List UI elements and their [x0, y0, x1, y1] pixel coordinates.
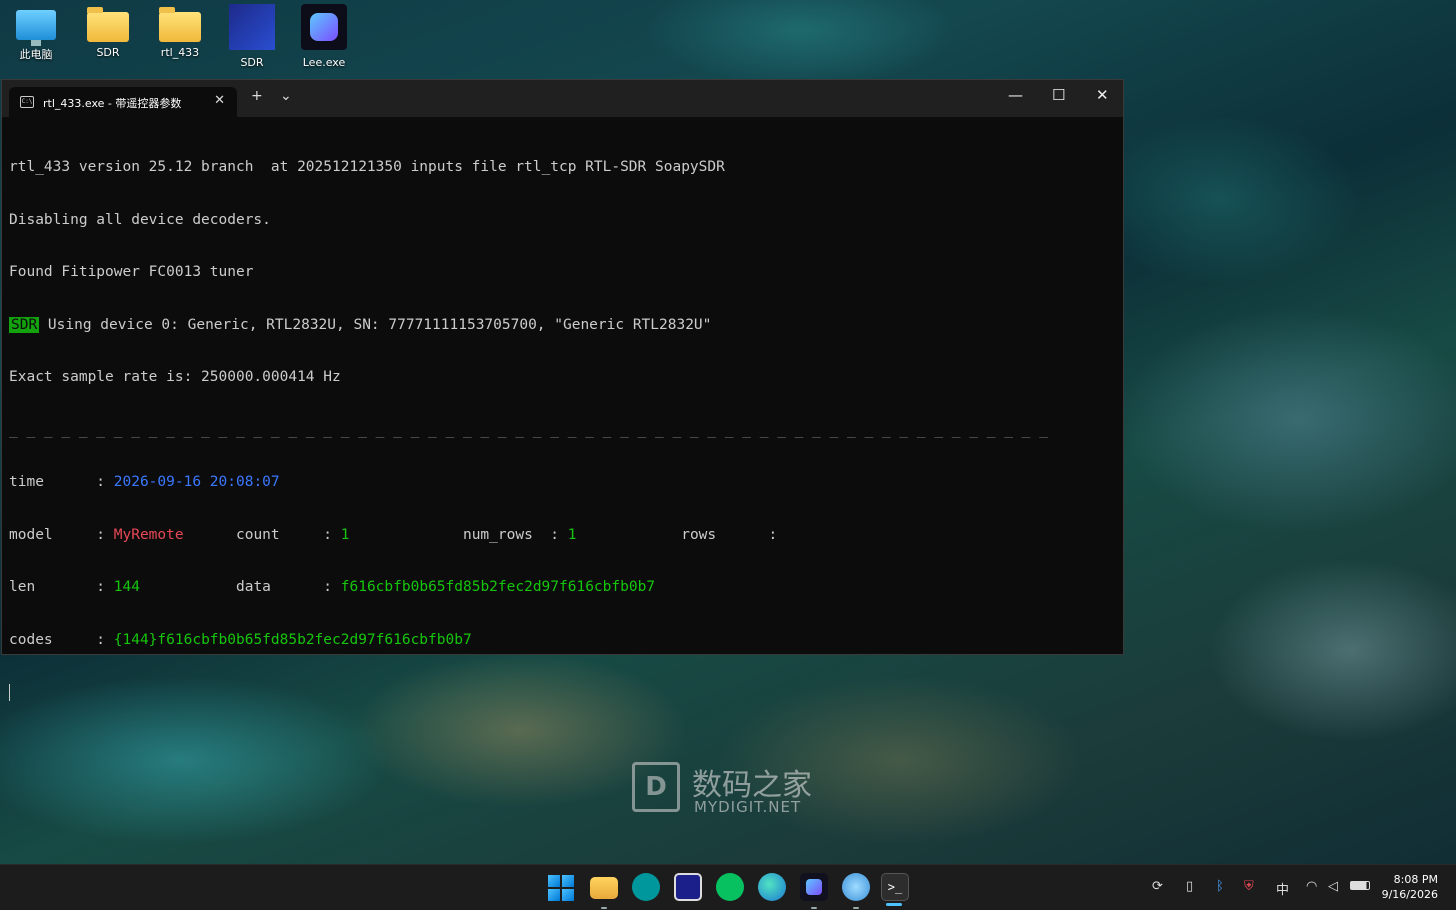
folder-icon	[87, 7, 129, 42]
field-label: rows :	[576, 526, 778, 543]
close-button[interactable]: ✕	[1096, 86, 1109, 104]
taskbar: >_ ⟳ ▯ ᛒ ⛨ 中 ◠ ◁ 8:08 PM 9/16/2026	[0, 864, 1456, 910]
wechat-icon[interactable]	[716, 873, 744, 901]
device-info: Using device 0: Generic, RTL2832U, SN: 7…	[39, 316, 712, 333]
terminal-window: C:\ rtl_433.exe - 带遥控器参数 ✕ + ⌄ — ☐ ✕ rtl…	[1, 79, 1124, 701]
output-line: rtl_433 version 25.12 branch at 20251212…	[9, 159, 725, 175]
tab-close-button[interactable]: ✕	[214, 93, 225, 108]
battery-icon[interactable]	[1350, 881, 1370, 890]
clock-time: 8:08 PM	[1393, 873, 1438, 886]
volume-icon[interactable]: ◁	[1328, 879, 1338, 894]
prompt-line[interactable]	[9, 684, 1123, 702]
title-bar[interactable]: C:\ rtl_433.exe - 带遥控器参数 ✕ + ⌄ — ☐ ✕	[2, 80, 1123, 117]
desktop-icon-sdr-folder[interactable]: SDR	[76, 4, 140, 59]
field-label: time :	[9, 474, 114, 490]
desktop-icon-label: SDR	[240, 56, 264, 69]
desktop-icon-label: rtl_433	[160, 46, 200, 59]
field-label: count :	[183, 526, 341, 543]
separator-line: _ _ _ _ _ _ _ _ _ _ _ _ _ _ _ _ _ _ _ _ …	[9, 421, 1048, 438]
model-value: MyRemote	[113, 526, 184, 543]
field-model: model : MyRemote count : 1 num_rows : 1 …	[9, 527, 1123, 545]
field-time: time : 2026-09-16 20:08:07	[9, 474, 1123, 492]
output-line: SDR Using device 0: Generic, RTL2832U, S…	[9, 316, 1123, 335]
ime-indicator[interactable]: 中	[1276, 879, 1289, 898]
tab-title: rtl_433.exe - 带遥控器参数	[43, 97, 182, 110]
terminal-icon[interactable]: >_	[881, 873, 909, 901]
time-value: 2026-09-16 20:08:07	[113, 474, 280, 490]
desktop-icon-this-pc[interactable]: 此电脑	[4, 4, 68, 62]
codes-value: {144}f616cbfb0b65fd85b2fec2d97f616cbfb0b…	[113, 631, 472, 648]
text-cursor	[9, 684, 10, 701]
oscilloscope-icon[interactable]	[674, 873, 702, 901]
field-label: codes :	[9, 631, 114, 648]
clock[interactable]: 8:08 PM 9/16/2026	[1382, 872, 1438, 902]
sdr-tag: SDR	[9, 316, 40, 333]
len-value: 144	[113, 579, 140, 595]
field-len: len : 144 data : f616cbfb0b65fd85b2fec2d…	[9, 579, 1123, 597]
watermark-logo: D	[632, 762, 680, 812]
field-label: model :	[9, 526, 114, 543]
computer-icon	[16, 10, 56, 46]
clock-date: 9/16/2026	[1381, 888, 1438, 901]
desktop-icon-label: SDR	[96, 46, 120, 59]
desktop-icon-sdr-shortcut[interactable]: SDR	[220, 4, 284, 69]
arduino-icon[interactable]	[632, 873, 660, 901]
globe-app-icon[interactable]	[842, 873, 870, 909]
sync-icon[interactable]: ⟳	[1152, 879, 1163, 894]
terminal-icon: C:\	[20, 96, 34, 108]
maximize-button[interactable]: ☐	[1052, 86, 1065, 104]
field-label: len :	[9, 579, 114, 595]
desktop-icon-lee-exe[interactable]: Lee.exe	[292, 4, 356, 69]
tab-rtl433[interactable]: C:\ rtl_433.exe - 带遥控器参数 ✕	[9, 87, 237, 117]
folder-icon	[159, 7, 201, 42]
file-explorer-icon[interactable]	[590, 877, 618, 909]
lee-app-icon[interactable]	[800, 873, 828, 909]
new-tab-button[interactable]: +	[251, 88, 263, 104]
usb-icon[interactable]: ▯	[1186, 879, 1193, 894]
watermark: D 数码之家 MYDIGIT.NET	[632, 760, 832, 820]
desktop-icon-label: Lee.exe	[302, 56, 346, 69]
data-value: f616cbfb0b65fd85b2fec2d97f616cbfb0b7	[340, 579, 656, 595]
output-line: Exact sample rate is: 250000.000414 Hz	[9, 369, 341, 385]
wifi-icon[interactable]: ◠	[1306, 879, 1317, 894]
windows-start-icon[interactable]	[548, 875, 574, 901]
tab-dropdown-button[interactable]: ⌄	[280, 88, 292, 104]
terminal-output[interactable]: rtl_433 version 25.12 branch at 20251212…	[9, 124, 1123, 737]
minimize-button[interactable]: —	[1008, 86, 1023, 104]
field-label: data :	[139, 579, 341, 595]
watermark-text-en: MYDIGIT.NET	[694, 798, 802, 816]
desktop-icon-label: 此电脑	[19, 48, 53, 61]
active-app-indicator	[886, 903, 902, 906]
desktop-icon-rtl433-folder[interactable]: rtl_433	[148, 4, 212, 59]
output-line: Found Fitipower FC0013 tuner	[9, 264, 254, 280]
bluetooth-icon[interactable]: ᛒ	[1216, 879, 1224, 894]
security-shield-icon[interactable]: ⛨	[1244, 879, 1254, 894]
app-icon	[301, 4, 347, 50]
sdr-shortcut-icon	[229, 4, 275, 50]
output-line: Disabling all device decoders.	[9, 211, 271, 228]
field-codes: codes : {144}f616cbfb0b65fd85b2fec2d97f6…	[9, 632, 1123, 650]
edge-icon[interactable]	[758, 873, 786, 901]
field-label: num_rows :	[349, 526, 568, 543]
